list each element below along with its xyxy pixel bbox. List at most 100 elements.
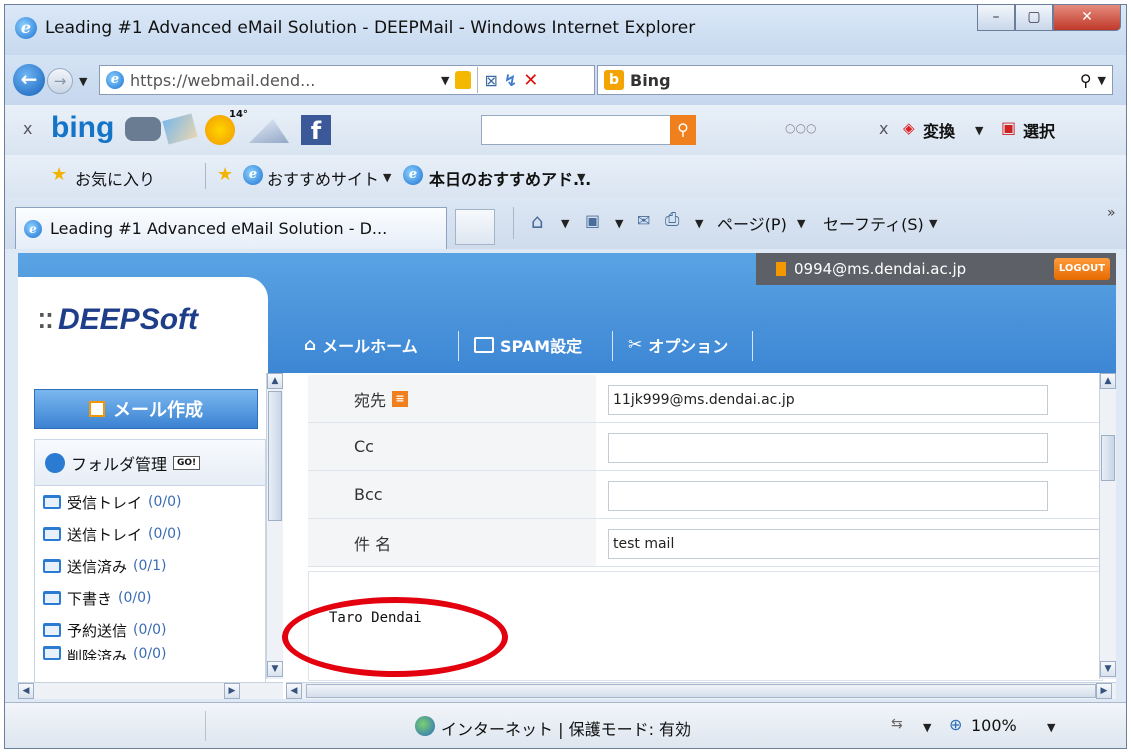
history-dropdown-icon[interactable]: ▼ (79, 75, 87, 88)
nav-spam-settings[interactable]: SPAM設定 (474, 325, 582, 365)
subject-field[interactable]: test mail (608, 529, 1108, 559)
bing-search-icon: b (604, 70, 624, 90)
folder-icon (43, 591, 61, 605)
print-dropdown-icon[interactable]: ▼ (695, 217, 703, 230)
scroll-up-button[interactable]: ▲ (1100, 373, 1116, 389)
map-icon[interactable] (162, 113, 198, 145)
cc-label-cell: Cc (308, 423, 596, 470)
toolbar-overflow-icon[interactable]: » (1107, 205, 1116, 221)
address-book-icon[interactable]: ≡ (392, 390, 409, 407)
protected-mode-dropdown-icon[interactable]: ▼ (923, 721, 931, 734)
zoom-level[interactable]: 100% (971, 716, 1017, 735)
logout-button[interactable]: LOGOUT (1054, 258, 1110, 280)
refresh-icon[interactable]: ↯ (504, 71, 517, 90)
bing-search-input[interactable] (481, 115, 695, 145)
go-button[interactable]: GO! (173, 455, 201, 470)
nav-options[interactable]: ✂ オプション (628, 325, 728, 365)
scroll-thumb[interactable] (268, 391, 282, 521)
forward-button[interactable]: → (47, 68, 73, 94)
to-row: 宛先 ≡ 11jk999@ms.dendai.ac.jp (308, 375, 1103, 423)
folder-item[interactable]: 予約送信 (0/0) (35, 614, 265, 646)
scroll-left-button[interactable]: ◀ (286, 683, 302, 699)
folder-item[interactable]: 受信トレイ (0/0) (35, 486, 265, 518)
bing-search-button[interactable]: ⚲ (670, 115, 696, 145)
read-mail-icon[interactable]: ✉ (637, 211, 650, 230)
compose-button[interactable]: メール作成 (34, 389, 258, 429)
protected-mode-icon[interactable]: ⇆ (891, 716, 903, 732)
mail-icon[interactable] (249, 119, 289, 143)
scroll-down-button[interactable]: ▼ (1100, 661, 1116, 677)
tab-favicon: e (24, 219, 42, 238)
folder-item[interactable]: 削除済み (0/0) (35, 646, 265, 660)
folder-name: 予約送信 (67, 621, 128, 640)
print-icon[interactable]: ⎙ (665, 209, 679, 230)
safety-menu-dropdown-icon[interactable]: ▼ (929, 217, 937, 230)
security-zone[interactable]: インターネット | 保護モード: 有効 (441, 716, 691, 740)
recommended-addons-link[interactable]: 本日のおすすめアド... (429, 166, 591, 190)
page-menu[interactable]: ページ(P) (717, 211, 787, 235)
folder-item[interactable]: 送信済み (0/1) (35, 550, 265, 582)
close-toolbar-icon[interactable]: x (23, 119, 32, 138)
spam-icon (474, 337, 494, 353)
bcc-field[interactable] (608, 481, 1048, 511)
compatibility-icon[interactable]: ⊠ (484, 71, 497, 90)
home-icon[interactable]: ⌂ (531, 209, 544, 233)
facebook-icon[interactable]: f (301, 115, 331, 145)
browser-window: e Leading #1 Advanced eMail Solution - D… (4, 4, 1127, 749)
scroll-up-button[interactable]: ▲ (267, 373, 283, 389)
cc-field[interactable] (608, 433, 1048, 463)
new-tab-button[interactable] (455, 209, 495, 245)
nav-mail-home[interactable]: ⌂ メールホーム (304, 325, 418, 365)
convert-button[interactable]: 変換 (923, 118, 955, 142)
feeds-icon[interactable]: ▣ (585, 211, 600, 230)
recommended-addons-dropdown-icon[interactable]: ▼ (577, 171, 585, 184)
content-horizontal-scrollbar[interactable]: ◀ ▶ (286, 682, 1116, 699)
search-dropdown-icon[interactable]: ▼ (1098, 74, 1106, 87)
folder-count: (0/0) (148, 494, 182, 510)
scroll-left-button[interactable]: ◀ (18, 683, 34, 699)
to-field[interactable]: 11jk999@ms.dendai.ac.jp (608, 385, 1048, 415)
close-translate-icon[interactable]: x (879, 119, 888, 138)
feeds-dropdown-icon[interactable]: ▼ (615, 217, 623, 230)
add-favorite-icon[interactable]: ★ (217, 164, 233, 185)
lock-icon[interactable] (455, 71, 472, 89)
logo-dots-icon: ⁚⁚ (38, 309, 54, 333)
recommended-sites-link[interactable]: おすすめサイト (267, 166, 379, 190)
minimize-button[interactable]: – (977, 5, 1015, 31)
scroll-thumb[interactable] (1101, 435, 1115, 481)
address-box: e https://webmail.dend... ▼ ⊠ ↯ ✕ (99, 65, 595, 95)
favorites-button[interactable]: お気に入り (75, 166, 155, 190)
scroll-right-button[interactable]: ▶ (224, 683, 240, 699)
search-provider[interactable]: Bing (630, 71, 1074, 90)
cc-label: Cc (354, 437, 374, 456)
safety-menu[interactable]: セーフティ(S) (823, 211, 924, 235)
car-icon[interactable] (125, 117, 161, 141)
select-button[interactable]: 選択 (1023, 118, 1055, 142)
folder-icon (43, 623, 61, 637)
content-vertical-scrollbar[interactable]: ▲ ▼ (1099, 373, 1116, 679)
tab-active[interactable]: e Leading #1 Advanced eMail Solution - D… (15, 207, 447, 249)
recommended-sites-dropdown-icon[interactable]: ▼ (383, 171, 391, 184)
scroll-thumb[interactable] (306, 684, 1096, 698)
sidebar-vertical-scrollbar[interactable]: ▲ ▼ (266, 373, 283, 679)
convert-dropdown-icon[interactable]: ▼ (975, 124, 983, 137)
folder-item[interactable]: 送信トレイ (0/0) (35, 518, 265, 550)
folder-item[interactable]: 下書き (0/0) (35, 582, 265, 614)
url-field[interactable]: https://webmail.dend... (130, 71, 435, 90)
page-menu-dropdown-icon[interactable]: ▼ (797, 217, 805, 230)
search-icon[interactable]: ⚲ (1080, 71, 1092, 90)
bing-logo[interactable]: bing (51, 111, 114, 145)
ie-page-icon: e (243, 165, 263, 185)
scroll-right-button[interactable]: ▶ (1096, 683, 1112, 699)
back-button[interactable]: ← (13, 64, 45, 96)
home-dropdown-icon[interactable]: ▼ (561, 217, 569, 230)
stop-icon[interactable]: ✕ (523, 70, 538, 91)
url-dropdown-icon[interactable]: ▼ (441, 74, 449, 87)
scroll-down-button[interactable]: ▼ (267, 661, 283, 677)
zoom-dropdown-icon[interactable]: ▼ (1047, 721, 1055, 734)
maximize-button[interactable]: ▢ (1015, 5, 1053, 31)
sidebar-horizontal-scrollbar[interactable]: ◀ ▶ (18, 682, 283, 699)
folder-count: (0/0) (133, 646, 167, 660)
more-icon[interactable]: ○○○ (785, 121, 816, 135)
close-button[interactable]: ✕ (1053, 5, 1121, 31)
